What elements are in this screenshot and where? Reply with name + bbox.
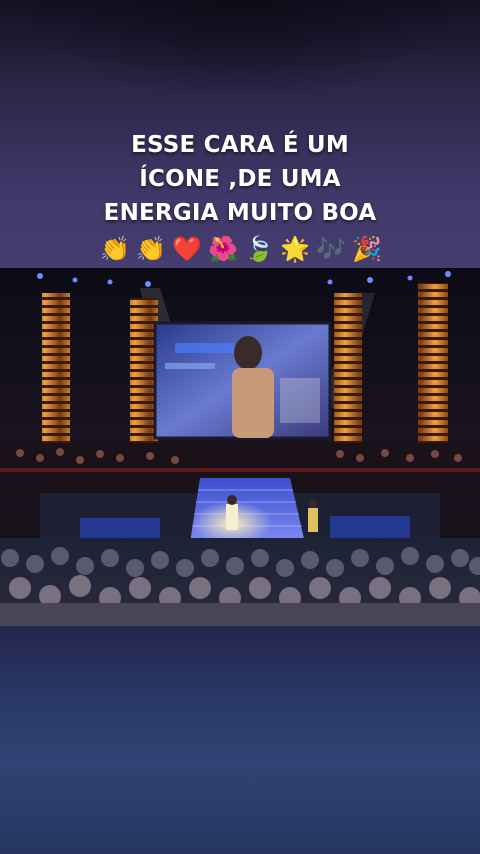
glowing-star-icon: 🌟 xyxy=(280,235,310,263)
red-heart-icon: ❤️ xyxy=(172,235,202,263)
musical-notes-icon: 🎶 xyxy=(316,235,346,263)
caption-line-1: ESSE CARA É UM xyxy=(131,132,349,158)
clapping-hands-icon: 👏 xyxy=(136,235,166,263)
party-popper-icon: 🎉 xyxy=(352,235,382,263)
video-caption: ESSE CARA É UM ÍCONE ,DE UMA ENERGIA MUI… xyxy=(0,128,480,230)
leaf-icon: 🍃 xyxy=(244,235,274,263)
caption-line-3: ENERGIA MUITO BOA xyxy=(103,200,377,226)
concert-scene-image xyxy=(0,268,480,626)
caption-emoji-row: 👏 👏 ❤️ 🌺 🍃 🌟 🎶 🎉 xyxy=(0,232,480,266)
caption-line-2: ÍCONE ,DE UMA xyxy=(139,166,341,192)
concert-video-frame[interactable] xyxy=(0,268,480,626)
clapping-hands-icon: 👏 xyxy=(100,235,130,263)
hibiscus-flower-icon: 🌺 xyxy=(208,235,238,263)
bottom-background xyxy=(0,626,480,854)
